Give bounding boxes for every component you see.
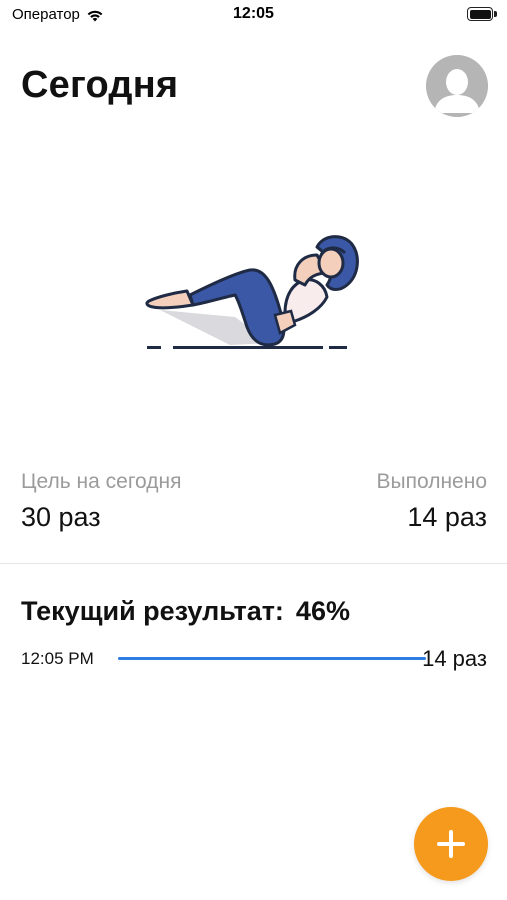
- battery-icon: [467, 7, 493, 21]
- result-title: Текущий результат: 46%: [21, 596, 350, 627]
- goal-stat: Цель на сегодня 30 раз: [21, 470, 181, 533]
- status-time: 12:05: [233, 5, 274, 22]
- goal-value: 30 раз: [21, 502, 101, 532]
- result-percent: 46%: [295, 596, 350, 626]
- user-avatar-icon[interactable]: [426, 55, 488, 117]
- progress-fill: [118, 657, 426, 660]
- status-bar: Оператор 12:05: [0, 0, 507, 30]
- progress-row: 12:05 PM 14 раз: [21, 645, 487, 671]
- add-button[interactable]: [414, 807, 488, 881]
- divider: [0, 563, 507, 564]
- progress-bar: [118, 657, 426, 660]
- battery-tip: [494, 11, 497, 17]
- plus-icon: [437, 830, 465, 858]
- page-title: Сегодня: [21, 64, 179, 106]
- done-label: Выполнено: [376, 470, 488, 493]
- woman-doing-crunches-illustration: [135, 225, 375, 365]
- result-label: Текущий результат:: [21, 596, 284, 626]
- progress-time: 12:05 PM: [21, 649, 94, 668]
- daily-stats: Цель на сегодня 30 раз Выполнено 14 раз: [21, 470, 487, 540]
- progress-count: 14 раз: [422, 646, 487, 671]
- goal-label: Цель на сегодня: [21, 470, 182, 493]
- done-value: 14 раз: [407, 502, 487, 532]
- done-stat: Выполнено 14 раз: [377, 470, 488, 533]
